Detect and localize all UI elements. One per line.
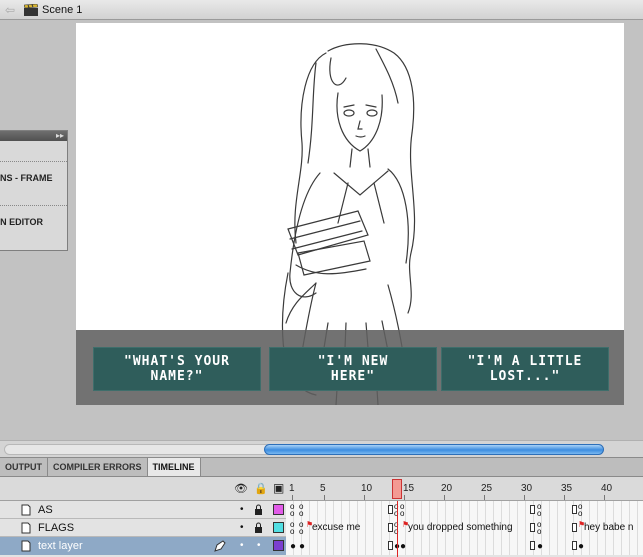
keyframe[interactable]: oo bbox=[400, 503, 404, 518]
frame-end bbox=[572, 523, 577, 532]
layer-icon bbox=[21, 522, 31, 534]
frame-end bbox=[388, 541, 393, 550]
layer-row-text-layer[interactable]: text layer • • ● ● ● ● ● ● bbox=[0, 537, 643, 555]
keyframe[interactable]: oo bbox=[299, 521, 303, 536]
keyframe[interactable]: oo bbox=[290, 521, 294, 536]
lock-icon[interactable] bbox=[254, 504, 263, 515]
layer-frames[interactable]: oo oo oo oo oo oo bbox=[286, 501, 643, 519]
scroll-thumb[interactable] bbox=[264, 444, 604, 455]
playhead[interactable] bbox=[392, 479, 402, 499]
panel-divider bbox=[0, 205, 67, 206]
panel-divider bbox=[0, 161, 67, 162]
frame-label[interactable]: excuse me bbox=[312, 522, 360, 533]
choice-button-new-here[interactable]: "I'M NEW HERE" bbox=[269, 347, 437, 391]
frame-label[interactable]: you dropped something bbox=[408, 522, 513, 533]
tab-output[interactable]: OUTPUT bbox=[0, 458, 48, 476]
timeline-panel: 👁 🔒 ▣ 1 5 10 15 20 25 30 35 40 AS • oo o… bbox=[0, 477, 643, 557]
keyframe[interactable]: oo bbox=[537, 521, 541, 536]
stage[interactable]: "WHAT'S YOUR NAME?" "I'M NEW HERE" "I'M … bbox=[76, 23, 624, 405]
layer-row-as[interactable]: AS • oo oo oo oo oo oo bbox=[0, 501, 643, 519]
keyframe[interactable]: oo bbox=[290, 503, 294, 518]
back-arrow-icon[interactable]: ⇦ bbox=[0, 3, 20, 17]
choice-button-name[interactable]: "WHAT'S YOUR NAME?" bbox=[93, 347, 261, 391]
timeline-header: 👁 🔒 ▣ 1 5 10 15 20 25 30 35 40 bbox=[0, 477, 643, 501]
layer-name[interactable]: FLAGS bbox=[38, 522, 74, 534]
ruler-label: 30 bbox=[521, 483, 533, 494]
visibility-dot[interactable]: • bbox=[240, 522, 244, 533]
ruler-label: 15 bbox=[403, 483, 415, 494]
lock-icon[interactable] bbox=[254, 522, 263, 533]
lock-icon[interactable]: 🔒 bbox=[254, 482, 268, 495]
layer-color-swatch[interactable] bbox=[273, 504, 284, 515]
visibility-dot[interactable]: • bbox=[240, 504, 244, 515]
keyframe[interactable]: ● bbox=[578, 541, 584, 552]
panel-item-editor[interactable]: N EDITOR bbox=[0, 217, 67, 227]
tab-timeline[interactable]: TIMELINE bbox=[147, 458, 201, 476]
frame-label[interactable]: hey babe n bbox=[584, 522, 634, 533]
tab-compiler-errors[interactable]: COMPILER ERRORS bbox=[48, 458, 148, 476]
keyframe[interactable]: ● bbox=[290, 541, 296, 552]
visibility-dot[interactable]: • bbox=[240, 540, 244, 551]
layer-icon bbox=[21, 540, 31, 552]
ruler-label: 5 bbox=[320, 483, 326, 494]
layer-frames[interactable]: oo oo ⚑ excuse me oo ⚑ you dropped somet… bbox=[286, 519, 643, 537]
layer-row-flags[interactable]: FLAGS • oo oo ⚑ excuse me oo ⚑ you dropp… bbox=[0, 519, 643, 537]
scene-breadcrumb[interactable]: Scene 1 bbox=[42, 4, 82, 16]
clapperboard-icon bbox=[24, 3, 38, 16]
keyframe[interactable]: oo bbox=[537, 503, 541, 518]
choice-button-lost[interactable]: "I'M A LITTLE LOST..." bbox=[441, 347, 609, 391]
layer-color-swatch[interactable] bbox=[273, 522, 284, 533]
edit-bar: ⇦ Scene 1 bbox=[0, 0, 643, 20]
keyframe[interactable]: oo bbox=[578, 503, 582, 518]
panel-item-frame[interactable]: NS - FRAME bbox=[0, 173, 67, 183]
eye-icon[interactable]: 👁 bbox=[234, 482, 248, 495]
frame-end bbox=[572, 541, 577, 550]
panel-collapse-icon[interactable]: ▸▸ bbox=[0, 131, 67, 141]
ruler-label: 20 bbox=[441, 483, 453, 494]
frame-end bbox=[530, 523, 535, 532]
layer-name[interactable]: AS bbox=[38, 504, 53, 516]
layer-icon bbox=[21, 504, 31, 516]
ruler-label: 10 bbox=[361, 483, 373, 494]
frame-end bbox=[530, 505, 535, 514]
keyframe[interactable]: ● bbox=[537, 541, 543, 552]
layer-name[interactable]: text layer bbox=[38, 540, 83, 552]
ruler-label: 40 bbox=[601, 483, 613, 494]
ruler-label: 25 bbox=[481, 483, 493, 494]
stage-scrollbar[interactable] bbox=[0, 440, 643, 457]
keyframe[interactable]: ● bbox=[400, 541, 406, 552]
pencil-icon[interactable] bbox=[214, 540, 226, 552]
floating-panel: ▸▸ NS - FRAME N EDITOR bbox=[0, 130, 68, 251]
frame-end bbox=[388, 505, 393, 514]
ruler-label: 35 bbox=[561, 483, 573, 494]
lock-dot[interactable]: • bbox=[257, 540, 261, 551]
ruler-label: 1 bbox=[289, 483, 295, 494]
work-area: ▸▸ NS - FRAME N EDITOR "WHAT'S YOUR NAME… bbox=[0, 20, 643, 440]
keyframe[interactable]: oo bbox=[299, 503, 303, 518]
keyframe[interactable]: ● bbox=[299, 541, 305, 552]
frame-end bbox=[530, 541, 535, 550]
playhead-line bbox=[397, 501, 398, 557]
frame-end bbox=[572, 505, 577, 514]
dialog-choice-strip: "WHAT'S YOUR NAME?" "I'M NEW HERE" "I'M … bbox=[76, 330, 624, 405]
layer-color-swatch[interactable] bbox=[273, 540, 284, 551]
layer-frames[interactable]: ● ● ● ● ● ● bbox=[286, 537, 643, 555]
outline-icon[interactable]: ▣ bbox=[273, 481, 284, 495]
frame-end bbox=[388, 523, 393, 532]
panel-tab-bar: OUTPUT COMPILER ERRORS TIMELINE bbox=[0, 457, 643, 477]
